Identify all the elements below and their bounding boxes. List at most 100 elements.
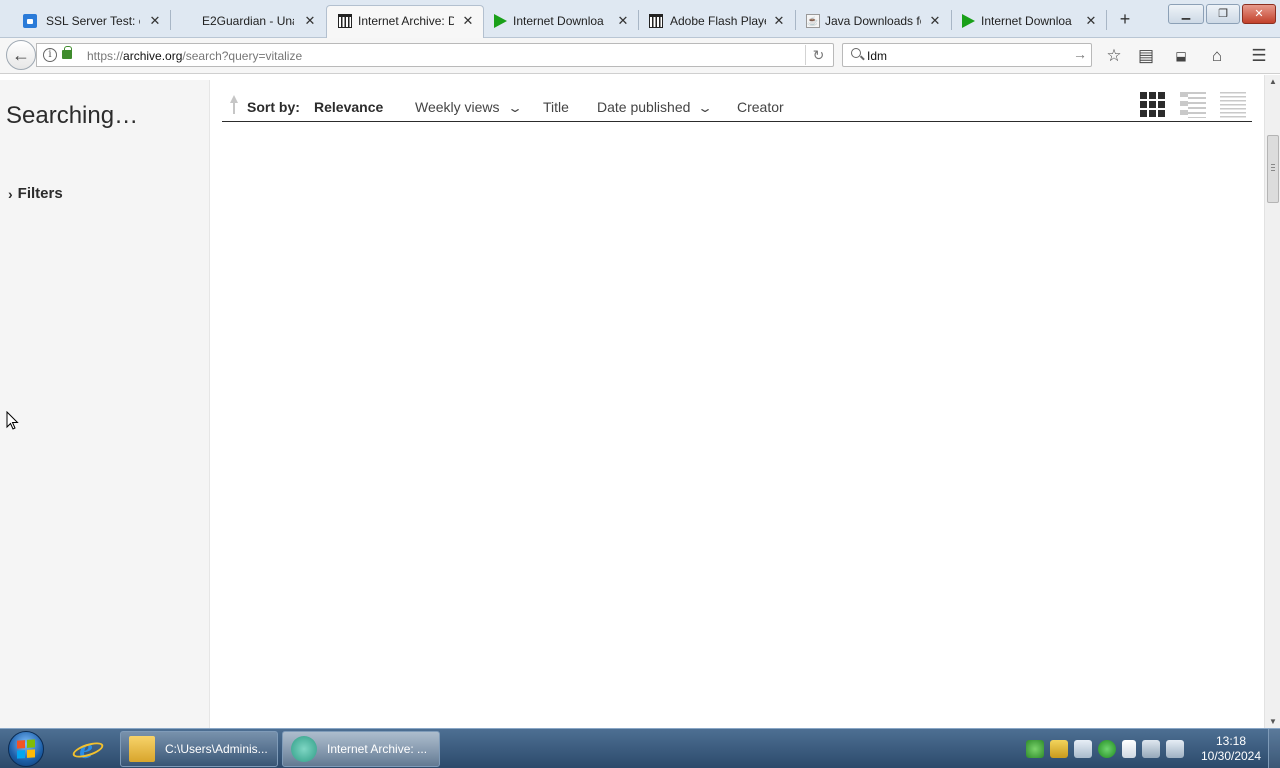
- tab-internet-archive[interactable]: Internet Archive: D ✕: [326, 5, 484, 38]
- close-icon[interactable]: ✕: [1084, 14, 1098, 28]
- network-monitor-icon[interactable]: [1142, 740, 1160, 758]
- windows-logo-icon: [17, 739, 35, 759]
- tab-internet-download-2[interactable]: Internet Downloa ✕: [952, 6, 1106, 36]
- page-title: Searching…: [6, 102, 139, 129]
- tab-internet-download-1[interactable]: Internet Downloa ✕: [484, 6, 638, 36]
- chevron-down-icon: ⌄: [697, 101, 714, 115]
- new-tab-button[interactable]: +: [1116, 10, 1134, 28]
- sort-direction-icon[interactable]: [228, 95, 240, 115]
- scrollbar-thumb[interactable]: [1267, 135, 1279, 203]
- arrow-left-icon: ←: [12, 44, 30, 65]
- action-center-flag-icon[interactable]: [1122, 740, 1136, 758]
- close-icon[interactable]: ✕: [461, 14, 475, 28]
- play-icon: [960, 13, 976, 29]
- padlock-icon: [62, 46, 72, 59]
- restore-button[interactable]: ❐: [1206, 4, 1240, 24]
- java-icon: ☕: [806, 14, 820, 28]
- tab-java-downloads[interactable]: ☕ Java Downloads fo ✕: [796, 6, 951, 36]
- search-icon: [851, 48, 861, 58]
- bookmarks-library-icon[interactable]: ▤: [1136, 46, 1156, 66]
- sort-option-title[interactable]: Title: [543, 99, 569, 115]
- scroll-down-icon[interactable]: ▼: [1269, 717, 1277, 726]
- tab-e2guardian[interactable]: E2Guardian - Una ✕: [171, 6, 325, 36]
- sort-option-label: Date published: [597, 99, 691, 115]
- tab-adobe-flash[interactable]: Adobe Flash Playe ✕: [639, 6, 795, 36]
- show-desktop-button[interactable]: [1268, 729, 1280, 768]
- menu-icon[interactable]: ☰: [1249, 46, 1269, 66]
- sort-option-label: Relevance: [314, 99, 384, 115]
- network-globe-icon[interactable]: [1026, 740, 1044, 758]
- tab-title: E2Guardian - Una: [202, 14, 294, 28]
- tab-separator: [1106, 10, 1107, 30]
- bookmark-star-icon[interactable]: ☆: [1104, 46, 1124, 66]
- url-host: archive.org: [123, 49, 183, 63]
- tab-ssl-server-test[interactable]: SSL Server Test: cl ✕: [0, 6, 170, 36]
- taskbar: e C:\Users\Adminis... Internet Archive: …: [0, 728, 1280, 768]
- sort-option-label: Weekly views: [415, 99, 500, 115]
- close-icon[interactable]: ✕: [303, 14, 317, 28]
- chevron-right-icon: ›: [8, 185, 13, 202]
- close-window-button[interactable]: ✕: [1242, 4, 1276, 24]
- tab-title: SSL Server Test: cl: [46, 14, 140, 28]
- volume-muted-icon[interactable]: [1166, 740, 1184, 758]
- document-icon[interactable]: [1074, 740, 1092, 758]
- list-detail-view-icon[interactable]: [1180, 92, 1206, 118]
- url-bar[interactable]: i https://archive.org/search?query=vital…: [36, 43, 834, 67]
- folder-icon: [129, 736, 155, 762]
- sort-option-label: Title: [543, 99, 569, 115]
- url-text[interactable]: https://archive.org/search?query=vitaliz…: [87, 49, 302, 63]
- chevron-down-icon: ⌄: [506, 101, 523, 115]
- start-button[interactable]: [8, 731, 44, 767]
- taskbar-item-label: C:\Users\Adminis...: [165, 742, 268, 756]
- tab-title: Internet Downloa: [513, 14, 604, 28]
- url-path: /search?query=vitalize: [182, 49, 303, 63]
- archive-icon: [337, 13, 353, 29]
- lock-icon: [22, 13, 38, 29]
- page-content: Searching… › Filters Sort by: Relevance …: [0, 75, 1264, 728]
- security-shield-icon[interactable]: [1050, 740, 1068, 758]
- reload-icon[interactable]: ↻: [805, 45, 831, 65]
- close-icon[interactable]: ✕: [148, 14, 162, 28]
- vertical-scrollbar[interactable]: ▲ ▼: [1264, 75, 1280, 728]
- tab-title: Java Downloads fo: [825, 14, 921, 28]
- taskbar-item-label: Internet Archive: ...: [327, 742, 428, 756]
- play-icon: [492, 13, 508, 29]
- home-icon[interactable]: ⌂: [1207, 46, 1227, 66]
- internet-explorer-icon[interactable]: e: [70, 733, 102, 765]
- sort-option-creator[interactable]: Creator: [737, 99, 784, 115]
- tab-title: Adobe Flash Playe: [670, 14, 766, 28]
- arrow-right-icon[interactable]: →: [1073, 46, 1087, 62]
- taskbar-item-firefox[interactable]: Internet Archive: ...: [282, 731, 440, 767]
- close-icon[interactable]: ✕: [772, 14, 786, 28]
- system-clock[interactable]: 13:18 10/30/2024: [1200, 734, 1262, 764]
- download-manager-icon[interactable]: ⬓: [1171, 46, 1191, 66]
- sort-option-weekly-views[interactable]: Weekly views ⌄: [415, 99, 523, 115]
- system-tray: [1026, 737, 1184, 761]
- url-scheme: https://: [87, 49, 124, 63]
- sort-label: Sort by:: [247, 99, 300, 115]
- search-bar[interactable]: Idm →: [842, 43, 1092, 67]
- minimize-button[interactable]: ▁: [1168, 4, 1204, 24]
- filters-toggle[interactable]: › Filters: [8, 185, 63, 202]
- navigation-bar: i https://archive.org/search?query=vital…: [0, 38, 1280, 74]
- clock-date: 10/30/2024: [1200, 749, 1262, 763]
- filters-label: Filters: [17, 185, 63, 202]
- check-shield-icon[interactable]: [1098, 740, 1116, 758]
- list-compact-view-icon[interactable]: [1220, 92, 1246, 118]
- back-button[interactable]: ←: [6, 40, 36, 70]
- sort-option-date-published[interactable]: Date published ⌄: [597, 99, 714, 115]
- sort-option-label: Creator: [737, 99, 784, 115]
- info-icon[interactable]: i: [43, 48, 57, 62]
- tab-title: Internet Archive: D: [358, 14, 454, 28]
- tab-strip: SSL Server Test: cl ✕ E2Guardian - Una ✕…: [0, 0, 1280, 38]
- sidebar: Searching… › Filters: [0, 80, 210, 728]
- sort-option-relevance[interactable]: Relevance: [314, 99, 383, 115]
- tile-view-icon[interactable]: [1140, 92, 1166, 118]
- search-input[interactable]: Idm: [867, 49, 887, 63]
- sort-bar: Sort by: Relevance Weekly views ⌄ Title D…: [222, 92, 1252, 122]
- scroll-up-icon[interactable]: ▲: [1269, 77, 1277, 86]
- close-icon[interactable]: ✕: [928, 14, 942, 28]
- clock-time: 13:18: [1215, 734, 1247, 748]
- close-icon[interactable]: ✕: [616, 14, 630, 28]
- taskbar-item-explorer[interactable]: C:\Users\Adminis...: [120, 731, 278, 767]
